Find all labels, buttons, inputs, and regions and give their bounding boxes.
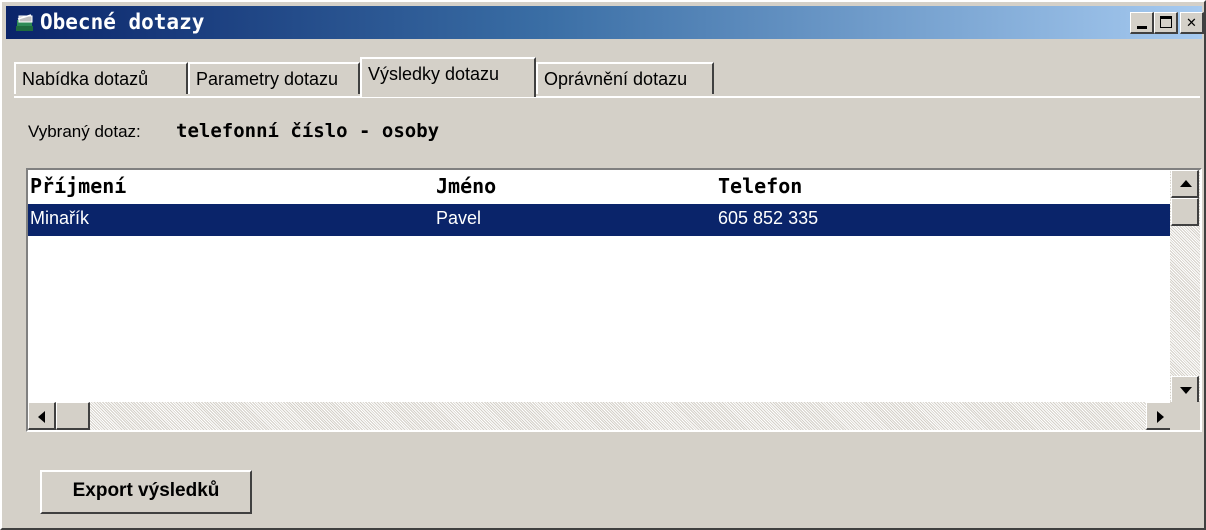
table-row[interactable] xyxy=(28,204,1174,236)
cell-phone[interactable]: 605 852 335 xyxy=(718,208,818,229)
scroll-left-button[interactable] xyxy=(28,402,56,430)
export-results-button[interactable]: Export výsledků xyxy=(40,470,252,514)
arrow-left-icon xyxy=(38,411,45,423)
title-bar[interactable]: Obecné dotazy ✕ xyxy=(6,6,1204,39)
scrollbar-corner xyxy=(1170,402,1200,430)
selected-query-value: telefonní číslo - osoby xyxy=(176,120,440,142)
app-window: Obecné dotazy ✕ Nabídka dotazů Parametry… xyxy=(0,0,1206,530)
close-button[interactable]: ✕ xyxy=(1180,12,1204,34)
results-grid[interactable]: Příjmení Jméno Telefon Minařík Pavel 605… xyxy=(26,168,1202,432)
maximize-icon xyxy=(1160,16,1172,28)
window-title: Obecné dotazy xyxy=(40,10,205,34)
cell-name[interactable]: Pavel xyxy=(436,208,481,229)
arrow-down-icon xyxy=(1180,387,1192,394)
scroll-down-button[interactable] xyxy=(1171,376,1199,404)
vertical-scroll-thumb[interactable] xyxy=(1171,198,1199,226)
tab-query-permissions[interactable]: Oprávnění dotazu xyxy=(536,62,714,94)
horizontal-scroll-thumb[interactable] xyxy=(56,402,90,430)
tab-panel-border xyxy=(14,96,1200,98)
close-icon: ✕ xyxy=(1186,12,1197,31)
books-icon xyxy=(16,14,33,31)
tab-query-menu[interactable]: Nabídka dotazů xyxy=(14,62,188,94)
column-header-surname[interactable]: Příjmení xyxy=(30,174,126,198)
vertical-scrollbar[interactable] xyxy=(1170,170,1200,404)
tab-query-results[interactable]: Výsledky dotazu xyxy=(360,57,536,97)
tab-query-parameters[interactable]: Parametry dotazu xyxy=(188,62,360,94)
scroll-up-button[interactable] xyxy=(1171,170,1199,198)
column-header-phone[interactable]: Telefon xyxy=(718,174,802,198)
maximize-button[interactable] xyxy=(1154,12,1178,34)
arrow-right-icon xyxy=(1157,411,1164,423)
grid-body: Příjmení Jméno Telefon Minařík Pavel 605… xyxy=(28,170,1174,404)
minimize-button[interactable] xyxy=(1130,12,1154,34)
arrow-up-icon xyxy=(1180,180,1192,187)
minimize-icon xyxy=(1137,26,1147,29)
horizontal-scrollbar[interactable] xyxy=(28,402,1174,430)
cell-surname[interactable]: Minařík xyxy=(30,208,89,229)
column-header-name[interactable]: Jméno xyxy=(436,174,496,198)
selected-query-label: Vybraný dotaz: xyxy=(28,122,141,141)
